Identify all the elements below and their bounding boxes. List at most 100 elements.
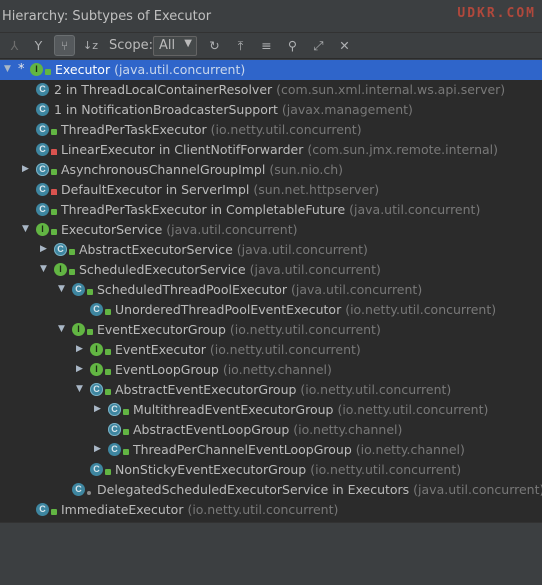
interface-icon: I <box>72 323 85 336</box>
tree-row[interactable]: C 1 in NotificationBroadcasterSupport (ja… <box>0 100 542 120</box>
type-name: AbstractExecutorService <box>79 242 233 257</box>
subtypes-hierarchy-icon: Y <box>34 38 43 53</box>
package-name: (java.util.concurrent) <box>232 242 368 257</box>
type-name: ScheduledThreadPoolExecutor <box>97 282 288 297</box>
tree-row[interactable]: ▼ C AbstractEventExecutorGroup (io.netty.u… <box>0 380 542 400</box>
tree-row[interactable]: C ThreadPerTaskExecutor in CompletableFut… <box>0 200 542 220</box>
class-icon: C <box>36 83 49 96</box>
expand-all-button[interactable]: ≡ <box>256 35 277 56</box>
package-name: (java.util.concurrent) <box>345 202 481 217</box>
tree-row[interactable]: C UnorderedThreadPoolEventExecutor (io.ne… <box>0 300 542 320</box>
type-name: 1 in NotificationBroadcasterSupport <box>54 102 278 117</box>
tree-row[interactable]: ▶ C AbstractExecutorService (java.util.con… <box>0 240 542 260</box>
class-icon: C <box>36 123 49 136</box>
sort-alphabetically-button[interactable]: ↓z <box>80 35 101 56</box>
package-name: (io.netty.channel) <box>289 422 403 437</box>
supertypes-hierarchy-icon: ⅄ <box>10 38 19 53</box>
tree-row[interactable]: C ImmediateExecutor (io.netty.util.concur… <box>0 500 542 520</box>
pin-icon: ⚲ <box>287 38 298 53</box>
open-in-new-button[interactable]: ⤢ <box>308 35 329 56</box>
package-name: (java.util.concurrent) <box>245 262 381 277</box>
type-name-label: NonStickyEventExecutorGroup (io.netty.ut… <box>115 462 461 477</box>
hierarchy-title-bar: Hierarchy: Subtypes of Executor UDKR.COM <box>0 0 542 33</box>
expand-arrow-icon[interactable]: ▶ <box>22 163 32 175</box>
tree-row[interactable]: ▶ I EventLoopGroup (io.netty.channel) <box>0 360 542 380</box>
tree-row[interactable]: ▶ I EventExecutor (io.netty.util.concurren… <box>0 340 542 360</box>
package-name: (io.netty.util.concurrent) <box>333 402 489 417</box>
close-button[interactable]: ✕ <box>334 35 355 56</box>
tree-row[interactable]: ▼ I ScheduledExecutorService (java.util.co… <box>0 260 542 280</box>
tree-row[interactable]: C ThreadPerTaskExecutor (io.netty.util.co… <box>0 120 542 140</box>
type-hierarchy-icon: ⑂ <box>60 38 69 53</box>
type-hierarchy-button[interactable]: ⑂ <box>54 35 75 56</box>
class-icon: C <box>72 283 85 296</box>
package-name: (io.netty.util.concurrent) <box>183 502 339 517</box>
public-access-icon <box>51 509 57 515</box>
class-icon: C <box>36 503 49 516</box>
type-name: AsynchronousChannelGroupImpl <box>61 162 266 177</box>
class-icon: C <box>36 183 49 196</box>
type-name: ThreadPerTaskExecutor in CompletableFutu… <box>61 202 346 217</box>
tree-row[interactable]: C DefaultExecutor in ServerImpl (sun.net.… <box>0 180 542 200</box>
collapse-arrow-icon[interactable]: ▼ <box>76 383 86 395</box>
class-icon: C <box>90 303 103 316</box>
package-name: (io.netty.util.concurrent) <box>205 342 361 357</box>
base-type-marker: * <box>18 62 25 77</box>
type-name-label: EventExecutor (io.netty.util.concurrent) <box>115 342 361 357</box>
subtypes-hierarchy-button[interactable]: Y <box>28 35 49 56</box>
tree-row[interactable]: ▼ I ExecutorService (java.util.concurrent) <box>0 220 542 240</box>
tree-row[interactable]: ▶ C ThreadPerChannelEventLoopGroup (io.net… <box>0 440 542 460</box>
pin-button[interactable]: ⚲ <box>282 35 303 56</box>
type-name: ThreadPerChannelEventLoopGroup <box>133 442 352 457</box>
class-icon: C <box>36 203 49 216</box>
scope-selected-value: All <box>159 38 176 53</box>
type-name: LinearExecutor in ClientNotifForwarder <box>61 142 304 157</box>
expand-arrow-icon[interactable]: ▶ <box>76 343 86 355</box>
package-name: (javax.management) <box>277 102 413 117</box>
tree-row[interactable]: C AbstractEventLoopGroup (io.netty.channe… <box>0 420 542 440</box>
type-name-label: ExecutorService (java.util.concurrent) <box>61 222 297 237</box>
type-name: UnorderedThreadPoolEventExecutor <box>115 302 342 317</box>
type-name-label: AsynchronousChannelGroupImpl (sun.nio.ch… <box>61 162 343 177</box>
collapse-arrow-icon[interactable]: ▼ <box>58 283 68 295</box>
empty-panel-area <box>0 522 542 585</box>
type-name-label: DelegatedScheduledExecutorService in Exe… <box>97 482 542 497</box>
hierarchy-tree[interactable]: ▼ * I Executor (java.util.concurrent) C 2 in … <box>0 60 542 522</box>
type-name-label: AbstractEventLoopGroup (io.netty.channel… <box>133 422 402 437</box>
type-name-label: LinearExecutor in ClientNotifForwarder (… <box>61 142 498 157</box>
collapse-arrow-icon[interactable]: ▼ <box>22 223 32 235</box>
refresh-button[interactable]: ↻ <box>204 35 225 56</box>
expand-arrow-icon[interactable]: ▶ <box>76 363 86 375</box>
type-name: EventLoopGroup <box>115 362 219 377</box>
tree-row[interactable]: C 2 in ThreadLocalContainerResolver (com.… <box>0 80 542 100</box>
tree-row[interactable]: ▼ I EventExecutorGroup (io.netty.util.conc… <box>0 320 542 340</box>
type-name-label: ThreadPerTaskExecutor in CompletableFutu… <box>61 202 480 217</box>
tree-row[interactable]: C LinearExecutor in ClientNotifForwarder … <box>0 140 542 160</box>
tree-row[interactable]: ▶ C MultithreadEventExecutorGroup (io.nett… <box>0 400 542 420</box>
public-access-icon <box>51 209 57 215</box>
expand-arrow-icon[interactable]: ▶ <box>94 403 104 415</box>
public-access-icon <box>105 309 111 315</box>
expand-arrow-icon[interactable]: ▶ <box>94 443 104 455</box>
collapse-arrow-icon[interactable]: ▼ <box>40 263 50 275</box>
export-icon: ⤒ <box>237 37 244 53</box>
collapse-arrow-icon[interactable]: ▼ <box>58 323 68 335</box>
tree-row[interactable]: ▶ C AsynchronousChannelGroupImpl (sun.nio.… <box>0 160 542 180</box>
public-access-icon <box>87 329 93 335</box>
scope-dropdown[interactable]: All ▼ <box>153 36 197 56</box>
class-icon: C <box>36 143 49 156</box>
supertypes-hierarchy-button[interactable]: ⅄ <box>4 35 25 56</box>
package-name: (java.util.concurrent) <box>287 282 423 297</box>
public-access-icon <box>87 289 93 295</box>
type-name-label: ThreadPerChannelEventLoopGroup (io.netty… <box>133 442 465 457</box>
tree-row[interactable]: C NonStickyEventExecutorGroup (io.netty.u… <box>0 460 542 480</box>
collapse-arrow-icon[interactable]: ▼ <box>4 63 14 75</box>
private-lock-icon <box>51 189 57 195</box>
tree-row[interactable]: ▼ C ScheduledThreadPoolExecutor (java.util… <box>0 280 542 300</box>
expand-arrow-icon[interactable]: ▶ <box>40 243 50 255</box>
tree-row[interactable]: C DelegatedScheduledExecutorService in Ex… <box>0 480 542 500</box>
public-access-icon <box>123 449 129 455</box>
type-name: DelegatedScheduledExecutorService in Exe… <box>97 482 410 497</box>
tree-row[interactable]: ▼ * I Executor (java.util.concurrent) <box>0 60 542 80</box>
export-button[interactable]: ⤒ <box>230 35 251 56</box>
